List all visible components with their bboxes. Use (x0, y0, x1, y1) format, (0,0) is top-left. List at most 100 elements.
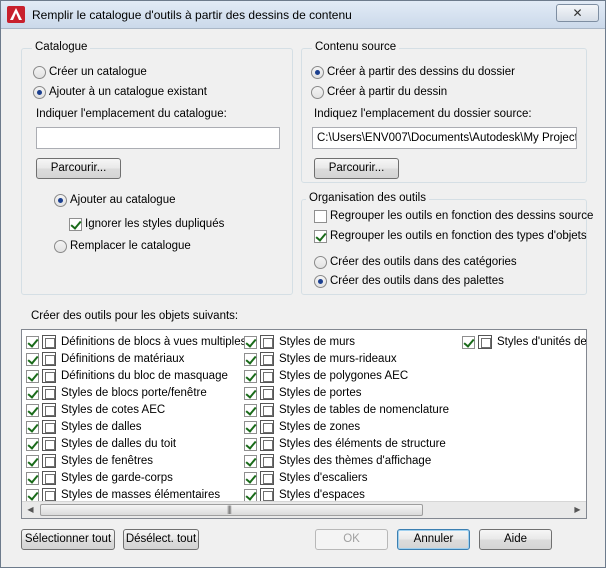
from-folder-radio[interactable] (311, 66, 324, 79)
list-item-checkbox[interactable] (26, 387, 39, 400)
from-folder-label[interactable]: Créer à partir des dessins du dossier (327, 66, 515, 78)
from-drawing-label[interactable]: Créer à partir du dessin (327, 86, 447, 98)
list-item-checkbox[interactable] (26, 336, 39, 349)
create-catalogue-label[interactable]: Créer un catalogue (49, 66, 147, 78)
list-item-checkbox[interactable] (26, 421, 39, 434)
object-style-icon (478, 335, 492, 349)
source-folder-input[interactable]: C:\Users\ENV007\Documents\Autodesk\My Pr… (312, 127, 577, 149)
add-existing-catalogue-label[interactable]: Ajouter à un catalogue existant (49, 86, 207, 98)
horizontal-scrollbar[interactable]: ◀ ||| ▶ (22, 501, 586, 518)
list-item-label: Styles de murs-rideaux (279, 353, 397, 365)
palettes-radio[interactable] (314, 275, 327, 288)
object-style-icon (42, 369, 56, 383)
list-item-label: Styles de masses élémentaires (61, 489, 221, 501)
add-to-catalogue-radio[interactable] (54, 194, 67, 207)
list-item-label: Définitions du bloc de masquage (61, 370, 228, 382)
list-item-label: Styles de portes (279, 387, 362, 399)
list-item-checkbox[interactable] (26, 404, 39, 417)
catalogue-location-label: Indiquer l'emplacement du catalogue: (36, 108, 227, 120)
replace-catalogue-label[interactable]: Remplacer le catalogue (70, 240, 191, 252)
create-catalogue-radio[interactable] (33, 66, 46, 79)
palettes-label[interactable]: Créer des outils dans des palettes (330, 275, 504, 287)
ignore-duplicates-checkbox[interactable] (69, 218, 82, 231)
scroll-right-arrow-icon[interactable]: ▶ (569, 502, 586, 518)
cancel-button[interactable]: Annuler (397, 529, 470, 550)
source-folder-label: Indiquez l'emplacement du dossier source… (314, 108, 532, 120)
list-item-checkbox[interactable] (244, 455, 257, 468)
object-style-icon (260, 369, 274, 383)
list-item-checkbox[interactable] (244, 387, 257, 400)
close-button[interactable]: ✕ (556, 4, 599, 22)
object-style-icon (260, 454, 274, 468)
categories-radio[interactable] (314, 256, 327, 269)
list-item-checkbox[interactable] (244, 438, 257, 451)
object-style-icon (260, 335, 274, 349)
object-style-icon (42, 403, 56, 417)
list-item-checkbox[interactable] (244, 336, 257, 349)
object-style-icon (42, 420, 56, 434)
scrollbar-thumb[interactable]: ||| (40, 504, 423, 516)
autocad-app-icon (7, 6, 25, 23)
ignore-duplicates-label[interactable]: Ignorer les styles dupliqués (85, 218, 224, 230)
group-by-drawing-label[interactable]: Regrouper les outils en fonction des des… (330, 210, 593, 222)
add-to-catalogue-label[interactable]: Ajouter au catalogue (70, 194, 176, 206)
list-item-checkbox[interactable] (462, 336, 475, 349)
object-style-icon (42, 352, 56, 366)
deselect-all-button[interactable]: Désélect. tout (123, 529, 199, 550)
list-item-checkbox[interactable] (26, 370, 39, 383)
object-style-icon (260, 352, 274, 366)
source-group-title: Contenu source (312, 41, 400, 53)
help-button[interactable]: Aide (479, 529, 552, 550)
source-browse-button[interactable]: Parcourir... (314, 158, 399, 179)
list-item-checkbox[interactable] (26, 455, 39, 468)
list-item-label: Styles de cotes AEC (61, 404, 166, 416)
grip-icon: ||| (227, 504, 232, 514)
scroll-left-arrow-icon[interactable]: ◀ (22, 502, 39, 518)
list-item-label: Styles de fenêtres (61, 455, 154, 467)
list-item-checkbox[interactable] (244, 404, 257, 417)
list-item-label: Styles de dalles du toit (61, 438, 177, 450)
list-item-label: Styles de tables de nomenclature (279, 404, 450, 416)
object-style-icon (260, 420, 274, 434)
catalogue-location-input[interactable] (36, 127, 280, 149)
replace-catalogue-radio[interactable] (54, 240, 67, 253)
list-item-label: Styles de zones (279, 421, 361, 433)
organisation-group-title: Organisation des outils (306, 192, 429, 204)
categories-label[interactable]: Créer des outils dans des catégories (330, 256, 517, 268)
object-style-icon (42, 488, 56, 502)
group-by-drawing-checkbox[interactable] (314, 210, 327, 223)
ok-button[interactable]: OK (315, 529, 388, 550)
catalogue-group-title: Catalogue (32, 41, 91, 53)
list-item-checkbox[interactable] (244, 421, 257, 434)
window-title: Remplir le catalogue d'outils à partir d… (32, 8, 352, 22)
from-drawing-radio[interactable] (311, 86, 324, 99)
objects-list-title: Créer des outils pour les objets suivant… (31, 310, 239, 322)
list-item-label: Styles d'espaces (279, 489, 365, 501)
object-style-icon (260, 437, 274, 451)
group-by-type-checkbox[interactable] (314, 230, 327, 243)
object-style-icon (260, 403, 274, 417)
list-item-checkbox[interactable] (26, 472, 39, 485)
object-style-icon (42, 386, 56, 400)
list-item-label: Définitions de blocs à vues multiples (61, 336, 247, 348)
list-item-checkbox[interactable] (26, 438, 39, 451)
object-style-icon (42, 437, 56, 451)
title-bar: Remplir le catalogue d'outils à partir d… (1, 1, 605, 29)
list-item-checkbox[interactable] (244, 353, 257, 366)
object-style-icon (42, 454, 56, 468)
list-item-label: Styles de dalles (61, 421, 142, 433)
object-style-icon (260, 386, 274, 400)
add-existing-catalogue-radio[interactable] (33, 86, 46, 99)
object-style-icon (42, 471, 56, 485)
close-icon: ✕ (572, 6, 583, 20)
objects-listbox[interactable]: Définitions de blocs à vues multiples Déf… (21, 329, 587, 519)
object-style-icon (260, 488, 274, 502)
select-all-button[interactable]: Sélectionner tout (21, 529, 115, 550)
catalogue-browse-button[interactable]: Parcourir... (36, 158, 121, 179)
list-item-checkbox[interactable] (244, 370, 257, 383)
list-item-label: Styles de blocs porte/fenêtre (61, 387, 207, 399)
group-by-type-label[interactable]: Regrouper les outils en fonction des typ… (330, 230, 587, 242)
list-item-label: Styles de murs (279, 336, 356, 348)
list-item-checkbox[interactable] (244, 472, 257, 485)
list-item-checkbox[interactable] (26, 353, 39, 366)
